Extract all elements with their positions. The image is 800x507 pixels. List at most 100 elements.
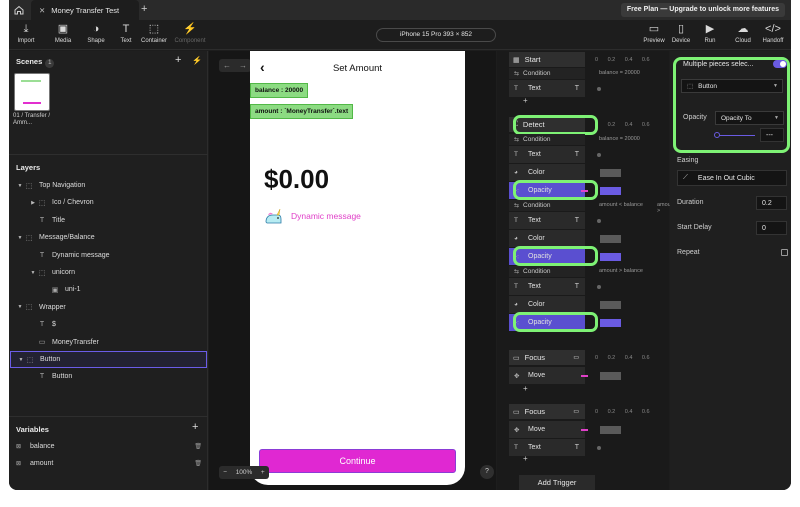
keyframe-dot[interactable] (597, 153, 601, 157)
layer-item[interactable]: ▼ ⬚ Message/Balance (10, 229, 207, 246)
response-label: Text (528, 85, 541, 92)
media-tool[interactable]: ▣ Media (46, 23, 80, 44)
layer-item[interactable]: T Dynamic message (10, 247, 207, 264)
handoff-tool[interactable]: </> Handoff (756, 23, 790, 44)
opacity-slider-knob[interactable] (714, 132, 720, 138)
color-swatch[interactable] (600, 235, 621, 243)
condition-row[interactable]: ⇆ Condition (509, 134, 585, 145)
layer-item[interactable]: ▭ MoneyTransfer (10, 334, 207, 351)
tab-close-icon[interactable]: ✕ (39, 6, 45, 15)
response-text[interactable]: T Text T (509, 278, 585, 295)
response-move[interactable]: ✥ Move (509, 421, 585, 438)
condition-row[interactable]: ⇆ Condition (509, 266, 585, 277)
duration-input[interactable]: 0.2 (756, 196, 787, 210)
balance-tag[interactable]: balance : 20000 (250, 83, 309, 98)
caret-right-icon[interactable]: ▶ (29, 200, 37, 206)
keyframe-dot[interactable] (597, 87, 601, 91)
scene-thumbnail[interactable] (14, 73, 50, 111)
target-select[interactable]: ⬚ Button ▼ (681, 79, 783, 93)
response-color[interactable]: ◕ Color (509, 296, 585, 313)
upgrade-banner[interactable]: Free Plan — Upgrade to unlock more featu… (620, 3, 785, 17)
focus-icon: ▭ (513, 354, 520, 362)
trigger-start[interactable]: ▦ Start (509, 52, 585, 67)
layer-item[interactable]: T Title (10, 212, 207, 229)
layer-item[interactable]: T $ (10, 316, 207, 333)
keyframe-dot[interactable] (597, 219, 601, 223)
scene-label[interactable]: 01 / Transfer / Amm... (13, 113, 55, 127)
flash-icon[interactable]: ⚡ (192, 56, 202, 65)
trash-icon[interactable]: 🗑 (194, 460, 202, 467)
zoom-out-icon[interactable]: − (223, 469, 227, 476)
layer-item[interactable]: ▼ ⬚ Button (10, 351, 207, 368)
opacity-bar[interactable] (600, 187, 621, 195)
keyframe-dot[interactable] (597, 446, 601, 450)
arrow-right-icon[interactable]: → (239, 61, 247, 70)
keyframe-dot[interactable] (597, 285, 601, 289)
caret-down-icon[interactable]: ▼ (29, 270, 37, 276)
condition-row[interactable]: ⇆ Condition (509, 200, 585, 211)
response-text[interactable]: T Text T (509, 80, 585, 97)
layer-item[interactable]: ▼ ⬚ unicorn (10, 264, 207, 281)
shape-tool[interactable]: ◑ Shape (79, 23, 113, 44)
response-text[interactable]: T Text T (509, 439, 585, 456)
condition-row[interactable]: ⇆ Condition (509, 68, 585, 79)
trigger-focus[interactable]: ▭ Focus ▭ (509, 350, 585, 365)
container-layer-icon: ⬚ (38, 269, 46, 277)
amount-tag[interactable]: amount : `MoneyTransfer`.text (250, 104, 354, 119)
add-trigger-button[interactable]: Add Trigger (519, 475, 595, 490)
trigger-label: Start (524, 55, 541, 64)
variable-item[interactable]: ⊠ amount 🗑 (16, 456, 202, 470)
layer-item[interactable]: ▼ ⬚ Top Navigation (10, 177, 207, 194)
easing-input[interactable]: ⟋ Ease In Out Cubic (677, 170, 787, 186)
trash-icon[interactable]: 🗑 (194, 443, 202, 450)
trigger-focus[interactable]: ▭ Focus ▭ (509, 404, 585, 419)
layer-item[interactable]: ▼ ⬚ Wrapper (10, 299, 207, 316)
home-icon[interactable] (13, 4, 25, 16)
move-swatch[interactable] (600, 372, 621, 380)
import-tool[interactable]: ⤓ Import (9, 23, 43, 44)
repeat-checkbox[interactable] (781, 249, 788, 256)
color-swatch[interactable] (600, 301, 621, 309)
add-scene-icon[interactable]: + (175, 54, 181, 66)
multi-select-toggle[interactable] (773, 60, 787, 68)
canvas[interactable]: ← → ‹ Set Amount balance : 20000 amount … (209, 51, 496, 490)
color-swatch[interactable] (600, 169, 621, 177)
layer-item[interactable]: ▶ ⬚ Ico / Chevron (10, 194, 207, 211)
caret-down-icon[interactable]: ▼ (16, 304, 24, 310)
add-response-icon[interactable]: + (523, 454, 528, 463)
arrow-left-icon[interactable]: ← (223, 61, 231, 70)
help-icon[interactable]: ? (480, 465, 494, 479)
dynamic-message[interactable]: Dynamic message (291, 211, 361, 221)
opacity-select[interactable]: Opacity To ▼ (715, 111, 784, 125)
amount-display[interactable]: $0.00 (264, 164, 329, 195)
layer-item[interactable]: ▣ uni-1 (10, 281, 207, 298)
cloud-tool[interactable]: ☁ Cloud (726, 23, 760, 44)
start-delay-input[interactable]: 0 (756, 221, 787, 235)
response-text[interactable]: T Text T (509, 146, 585, 163)
tab-document[interactable]: ✕ Money Transfer Test (31, 0, 139, 20)
device-selector[interactable]: iPhone 15 Pro 393 × 852 (376, 28, 496, 42)
layer-item[interactable]: T Button (10, 368, 207, 385)
response-color[interactable]: ◕ Color (509, 230, 585, 247)
move-swatch[interactable] (600, 426, 621, 434)
caret-down-icon[interactable]: ▼ (16, 235, 24, 241)
response-color[interactable]: ◕ Color (509, 164, 585, 181)
response-text[interactable]: T Text T (509, 212, 585, 229)
opacity-slider-track[interactable] (715, 135, 755, 136)
add-variable-icon[interactable]: + (192, 421, 198, 433)
container-tool[interactable]: ⬚ Container (137, 23, 171, 44)
caret-down-icon[interactable]: ▼ (17, 357, 25, 363)
caret-down-icon[interactable]: ▼ (16, 183, 24, 189)
opacity-value-input[interactable]: --- (760, 128, 784, 142)
opacity-bar[interactable] (600, 319, 621, 327)
response-move[interactable]: ✥ Move (509, 367, 585, 384)
zoom-level[interactable]: 100% (236, 469, 253, 476)
add-response-icon[interactable]: + (523, 384, 528, 393)
zoom-in-icon[interactable]: + (261, 469, 265, 476)
run-tool[interactable]: ▶ Run (693, 23, 727, 44)
add-response-icon[interactable]: + (523, 96, 528, 105)
opacity-bar[interactable] (600, 253, 621, 261)
continue-button[interactable]: Continue (259, 449, 456, 473)
variable-item[interactable]: ⊠ balance 🗑 (16, 439, 202, 453)
new-tab-icon[interactable]: + (141, 3, 147, 15)
